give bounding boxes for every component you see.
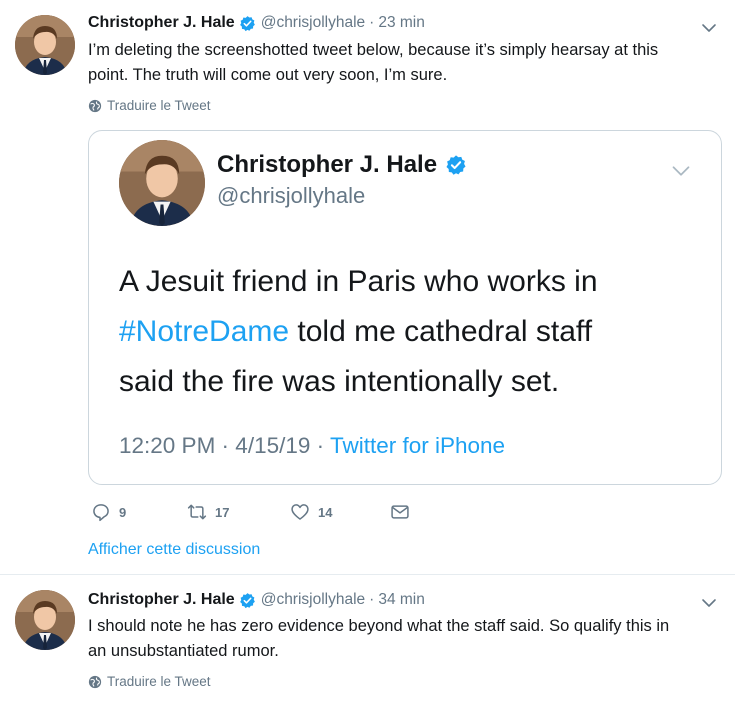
like-icon xyxy=(290,502,310,522)
verified-badge-icon xyxy=(239,15,256,32)
quoted-timestamp: 12:20 PM · 4/15/19 · xyxy=(119,433,330,458)
retweet-button[interactable]: 17 xyxy=(187,502,229,522)
message-icon xyxy=(390,502,410,522)
translate-tweet-link[interactable]: Traduire le Tweet xyxy=(88,98,211,113)
avatar[interactable] xyxy=(15,590,75,650)
avatar[interactable] xyxy=(15,15,75,75)
quoted-tweet-text: A Jesuit friend in Paris who works in #N… xyxy=(119,257,709,407)
tweet-time[interactable]: 23 min xyxy=(378,14,425,32)
tweet-time[interactable]: 34 min xyxy=(378,591,425,609)
quoted-author-name: Christopher J. Hale xyxy=(217,151,438,178)
hashtag: #NotreDame xyxy=(119,315,290,348)
like-button[interactable]: 14 xyxy=(290,502,332,522)
tweet-text: I’m deleting the screenshotted tweet bel… xyxy=(88,38,718,88)
translate-tweet-link[interactable]: Traduire le Tweet xyxy=(88,674,211,689)
globe-icon xyxy=(88,99,102,113)
tweet-text-line: I should note he has zero evidence beyon… xyxy=(88,617,670,635)
separator-dot: · xyxy=(369,14,375,31)
globe-icon xyxy=(88,675,102,689)
translate-label[interactable]: Traduire le Tweet xyxy=(107,98,211,113)
retweet-icon xyxy=(187,502,207,522)
chevron-down-icon xyxy=(671,161,691,181)
quoted-avatar xyxy=(119,140,205,226)
quoted-tweet-screenshot[interactable]: Christopher J. Hale @chrisjollyhale A Je… xyxy=(88,130,722,485)
tweet-text-line: I’m deleting the screenshotted tweet bel… xyxy=(88,41,659,59)
tweet-header: Christopher J. Hale @chrisjollyhale · 23… xyxy=(88,12,425,34)
direct-message-button[interactable] xyxy=(390,502,418,522)
quoted-text-line: #NotreDame told me cathedral staff xyxy=(119,307,709,357)
separator-dot: · xyxy=(369,591,375,608)
translate-label[interactable]: Traduire le Tweet xyxy=(107,674,211,689)
quoted-text-fragment: told me cathedral staff xyxy=(289,315,593,348)
reply-icon xyxy=(91,502,111,522)
quoted-author-handle: @chrisjollyhale xyxy=(217,183,366,208)
verified-badge-icon xyxy=(445,154,467,176)
author-handle[interactable]: @chrisjollyhale xyxy=(261,591,365,609)
author-name[interactable]: Christopher J. Hale xyxy=(88,591,235,609)
author-handle[interactable]: @chrisjollyhale xyxy=(261,14,365,32)
tweet-text-line: an unsubstantiated rumor. xyxy=(88,642,279,660)
author-name[interactable]: Christopher J. Hale xyxy=(88,14,235,32)
tweet[interactable]: Christopher J. Hale @chrisjollyhale · 34… xyxy=(0,575,735,709)
quoted-text-line: A Jesuit friend in Paris who works in xyxy=(119,265,598,298)
verified-badge-icon xyxy=(239,592,256,609)
quoted-text-line: said the fire was intentionally set. xyxy=(119,365,560,398)
reply-count: 9 xyxy=(119,504,127,520)
quoted-author: Christopher J. Hale xyxy=(217,151,467,179)
reply-button[interactable]: 9 xyxy=(91,502,126,522)
quoted-source: Twitter for iPhone xyxy=(329,433,506,458)
tweet-actions: 9 17 14 xyxy=(88,502,488,526)
tweet-text: I should note he has zero evidence beyon… xyxy=(88,614,718,664)
tweet-header: Christopher J. Hale @chrisjollyhale · 34… xyxy=(88,589,425,611)
retweet-count: 17 xyxy=(215,504,230,520)
chevron-down-icon[interactable] xyxy=(701,20,717,36)
quoted-tweet-meta: 12:20 PM · 4/15/19 · Twitter for iPhone xyxy=(119,433,505,459)
chevron-down-icon[interactable] xyxy=(701,595,717,611)
tweet-text-line: point. The truth will come out very soon… xyxy=(88,66,448,84)
like-count: 14 xyxy=(318,504,333,520)
tweet[interactable]: Christopher J. Hale @chrisjollyhale · 23… xyxy=(0,0,735,574)
show-thread-link[interactable]: Afficher cette discussion xyxy=(88,541,260,559)
